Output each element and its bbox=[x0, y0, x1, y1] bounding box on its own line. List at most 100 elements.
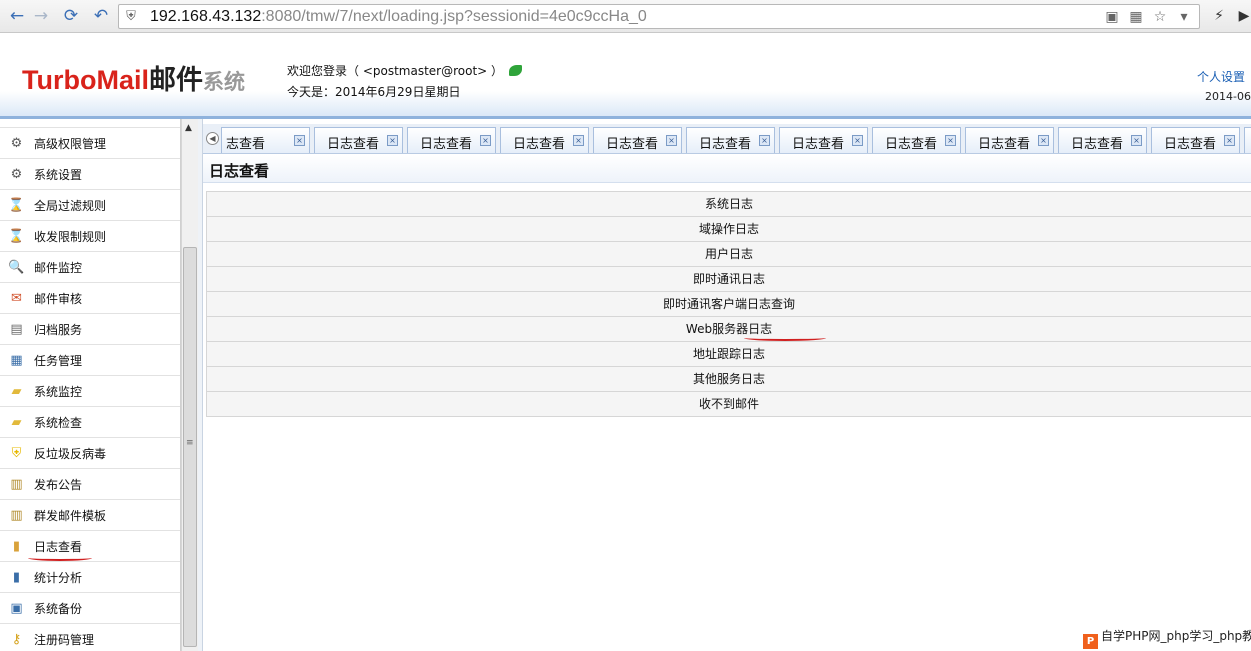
sidebar-item[interactable]: ▥ 群发邮件模板 bbox=[0, 500, 180, 531]
sidebar-item[interactable]: ⛨ 反垃圾反病毒 bbox=[0, 438, 180, 469]
close-icon[interactable]: × bbox=[759, 135, 770, 146]
play-icon[interactable]: ▶ bbox=[1234, 6, 1251, 26]
log-link[interactable]: 域操作日志 bbox=[699, 222, 759, 236]
log-link[interactable]: 系统日志 bbox=[705, 197, 753, 211]
scroll-up-icon[interactable]: ▲ bbox=[185, 123, 192, 133]
grip-icon: ≡ bbox=[186, 438, 194, 448]
sidebar-item[interactable]: ▤ 归档服务 bbox=[0, 314, 180, 345]
url-text[interactable]: 192.168.43.132:8080/tmw/7/next/loading.j… bbox=[150, 8, 647, 26]
tab-log-view[interactable]: 日志查看 × bbox=[686, 127, 775, 153]
sidebar-item[interactable]: ▰ 系统监控 bbox=[0, 376, 180, 407]
sidebar-item-label: 系统备份 bbox=[34, 601, 83, 616]
sidebar-item-partial[interactable] bbox=[0, 119, 180, 128]
logo-mail: 邮件 bbox=[148, 65, 203, 95]
sidebar-item-label: 归档服务 bbox=[34, 322, 83, 337]
close-icon[interactable]: × bbox=[573, 135, 584, 146]
chevron-down-icon[interactable]: ▾ bbox=[1175, 8, 1193, 26]
tab-log-view[interactable]: 日志查看 × bbox=[593, 127, 682, 153]
logo-turbo: TurboMail bbox=[22, 65, 149, 95]
pane-splitter[interactable] bbox=[198, 119, 203, 651]
sidebar-item[interactable]: ▥ 发布公告 bbox=[0, 469, 180, 500]
close-icon[interactable]: × bbox=[1038, 135, 1049, 146]
logo: TurboMail邮件系统 bbox=[22, 58, 245, 97]
browser-toolbar: ← → ⟳ ↶ ⛨ 192.168.43.132:8080/tmw/7/next… bbox=[0, 0, 1251, 33]
sidebar-item[interactable]: ▮ 日志查看 bbox=[0, 531, 180, 562]
sidebar-item-label: 任务管理 bbox=[34, 353, 83, 368]
scroll-thumb[interactable]: ≡ bbox=[183, 247, 197, 647]
tab-label: 日志查看 bbox=[327, 137, 380, 152]
log-link[interactable]: 即时通讯客户端日志查询 bbox=[663, 297, 795, 311]
log-link-row[interactable]: 域操作日志 bbox=[206, 217, 1251, 242]
key-icon: ⚷ bbox=[11, 631, 22, 647]
tab-log-view[interactable]: 日志查看 × bbox=[500, 127, 589, 153]
welcome-text: 欢迎您登录（ <postmaster@root> ） bbox=[287, 62, 523, 79]
sidebar-item[interactable]: ▦ 任务管理 bbox=[0, 345, 180, 376]
sidebar-item[interactable]: ⚙ 系统设置 bbox=[0, 159, 180, 190]
log-link-row[interactable]: 系统日志 bbox=[206, 192, 1251, 217]
lightning-icon[interactable]: ⚡ bbox=[1209, 6, 1229, 26]
sidebar-item-label: 收发限制规则 bbox=[34, 229, 107, 244]
tab-label: 志查看 bbox=[226, 137, 266, 152]
star-icon[interactable]: ☆ bbox=[1151, 8, 1169, 26]
tab-label: 日志查看 bbox=[606, 137, 659, 152]
reload-icon[interactable]: ⟳ bbox=[60, 6, 82, 26]
tab-log-view[interactable]: 日志查看 × bbox=[965, 127, 1054, 153]
address-bar[interactable]: ⛨ 192.168.43.132:8080/tmw/7/next/loading… bbox=[118, 4, 1200, 29]
sidebar-item-label: 系统设置 bbox=[34, 167, 83, 182]
tab-scroll-left-icon[interactable]: ◀ bbox=[206, 132, 219, 145]
log-link[interactable]: 即时通讯日志 bbox=[693, 272, 765, 286]
log-link[interactable]: 其他服务日志 bbox=[693, 372, 765, 386]
close-icon[interactable]: × bbox=[666, 135, 677, 146]
red-underline-mark bbox=[744, 335, 826, 341]
sidebar-item[interactable]: ▮ 统计分析 bbox=[0, 562, 180, 593]
personal-settings-link[interactable]: 个人设置 bbox=[1197, 68, 1245, 85]
undo-icon[interactable]: ↶ bbox=[90, 6, 112, 26]
sidebar-item-label: 群发邮件模板 bbox=[34, 508, 107, 523]
tab-log-view[interactable]: 志查看 × bbox=[221, 127, 310, 153]
tab-log-view[interactable]: 日志查看 × bbox=[1058, 127, 1147, 153]
back-icon[interactable]: ← bbox=[6, 6, 28, 26]
tab-label: 日志查看 bbox=[978, 137, 1031, 152]
sidebar-scrollbar[interactable]: ▲ ≡ bbox=[181, 119, 198, 651]
log-link[interactable]: 收不到邮件 bbox=[699, 397, 759, 411]
forward-icon[interactable]: → bbox=[30, 6, 52, 26]
log-link[interactable]: Web服务器日志 bbox=[686, 322, 772, 336]
tab-log-view[interactable]: 日志查看 × bbox=[779, 127, 868, 153]
qr-icon[interactable]: ▦ bbox=[1127, 8, 1145, 26]
log-link-row[interactable]: 地址跟踪日志 bbox=[206, 342, 1251, 367]
log-link-row[interactable]: 收不到邮件 bbox=[206, 392, 1251, 417]
sidebar-item-label: 统计分析 bbox=[34, 570, 83, 585]
calendar-icon: ▦ bbox=[10, 352, 23, 368]
tab-log-view[interactable]: 日志查看 × bbox=[314, 127, 403, 153]
tab-log-view[interactable]: 日志查看 × bbox=[407, 127, 496, 153]
log-link[interactable]: 用户日志 bbox=[705, 247, 753, 261]
tab-label: 日志查看 bbox=[513, 137, 566, 152]
sidebar-item-label: 系统监控 bbox=[34, 384, 83, 399]
sidebar-item[interactable]: 🔍 邮件监控 bbox=[0, 252, 180, 283]
sidebar-item[interactable]: ▰ 系统检查 bbox=[0, 407, 180, 438]
close-icon[interactable]: × bbox=[852, 135, 863, 146]
log-link-row[interactable]: Web服务器日志 bbox=[206, 317, 1251, 342]
log-link[interactable]: 地址跟踪日志 bbox=[693, 347, 765, 361]
sidebar-item[interactable]: ▣ 系统备份 bbox=[0, 593, 180, 624]
page-icon[interactable]: ▣ bbox=[1103, 8, 1121, 26]
sidebar-item[interactable]: ⌛ 全局过滤规则 bbox=[0, 190, 180, 221]
sidebar-item[interactable]: ⚷ 注册码管理 bbox=[0, 624, 180, 651]
sidebar-item[interactable]: ⌛ 收发限制规则 bbox=[0, 221, 180, 252]
log-link-row[interactable]: 其他服务日志 bbox=[206, 367, 1251, 392]
log-link-row[interactable]: 用户日志 bbox=[206, 242, 1251, 267]
close-icon[interactable]: × bbox=[294, 135, 305, 146]
close-icon[interactable]: × bbox=[387, 135, 398, 146]
tab-log-view[interactable]: 日志 bbox=[1244, 127, 1251, 153]
log-link-row[interactable]: 即时通讯日志 bbox=[206, 267, 1251, 292]
sidebar-item[interactable]: ✉ 邮件审核 bbox=[0, 283, 180, 314]
sidebar-item[interactable]: ⚙ 高级权限管理 bbox=[0, 128, 180, 159]
close-icon[interactable]: × bbox=[1131, 135, 1142, 146]
close-icon[interactable]: × bbox=[945, 135, 956, 146]
close-icon[interactable]: × bbox=[480, 135, 491, 146]
close-icon[interactable]: × bbox=[1224, 135, 1235, 146]
log-link-row[interactable]: 即时通讯客户端日志查询 bbox=[206, 292, 1251, 317]
content-title-bar: 日志查看 bbox=[203, 155, 1251, 183]
tab-log-view[interactable]: 日志查看 × bbox=[1151, 127, 1240, 153]
tab-log-view[interactable]: 日志查看 × bbox=[872, 127, 961, 153]
